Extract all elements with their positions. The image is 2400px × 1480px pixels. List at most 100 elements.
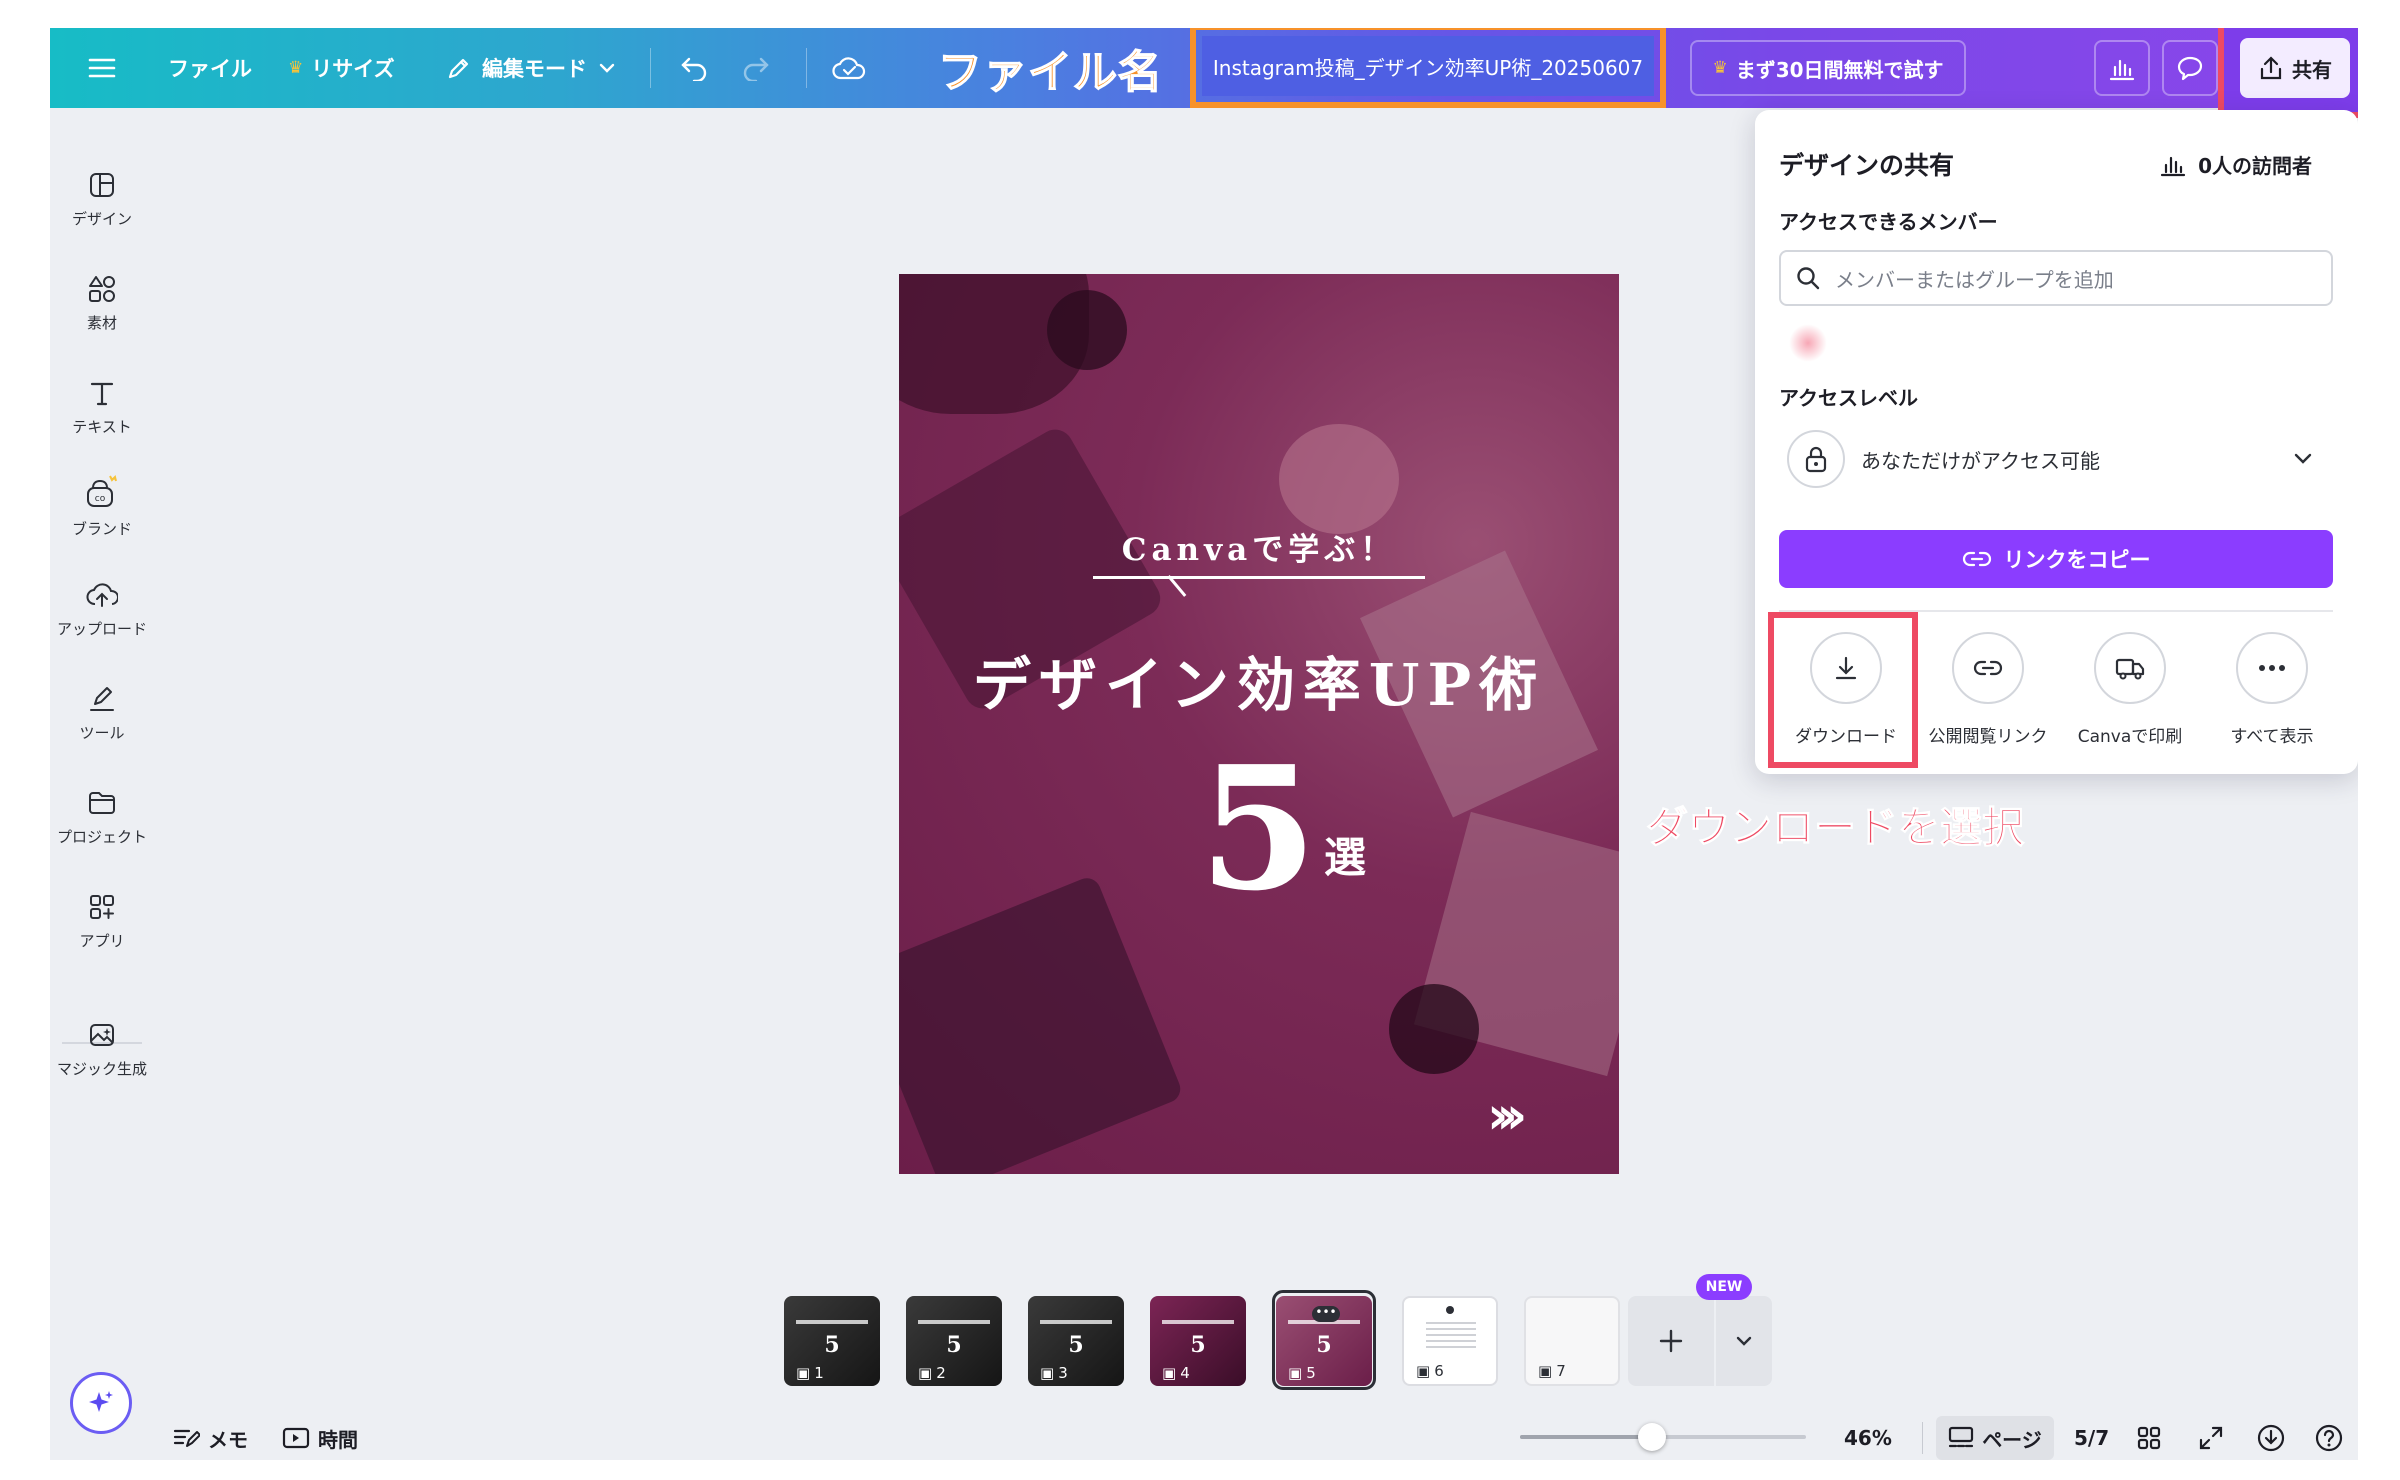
access-level-select[interactable]: あなただけがアクセス可能	[1779, 426, 2333, 492]
magic-image-icon	[90, 1024, 114, 1046]
add-page-button[interactable]	[1628, 1296, 1714, 1386]
file-menu-button[interactable]: ファイル	[168, 28, 252, 108]
page-thumbnail[interactable]: 5 ▣ 3	[1028, 1296, 1124, 1386]
page-thumbnail[interactable]: ▣ 6	[1402, 1296, 1498, 1386]
public-view-link-option[interactable]: 公開閲覧リンク	[1918, 632, 2058, 747]
sidebar-label: 素材	[86, 314, 117, 332]
design-page[interactable]: Canvaで学ぶ！ デザイン効率UP術 5 選 ›››	[899, 274, 1619, 1174]
design-number: 5	[1199, 729, 1318, 929]
share-highlight: 共有	[2218, 28, 2358, 118]
notes-button[interactable]: メモ	[172, 1420, 248, 1456]
copy-link-label: リンクをコピー	[2003, 548, 2151, 572]
sidebar-item-text[interactable]: テキスト	[50, 378, 154, 437]
app-window: ファイル ♛ リサイズ 編集モード ファイル名 Instagram投稿_デザイン効…	[50, 28, 2358, 1460]
download-circle-icon	[2257, 1424, 2285, 1452]
print-with-canva-option[interactable]: Canvaで印刷	[2060, 632, 2200, 747]
comment-badge-icon: ▣	[918, 1364, 933, 1382]
sidebar-item-magic-media[interactable]: マジック生成	[50, 1020, 154, 1079]
public-link-option-circle	[1952, 632, 2024, 704]
link-icon	[1973, 660, 2003, 676]
thumbnail-preview-number: 5	[1190, 1332, 1206, 1358]
comment-badge-icon: ▣	[796, 1364, 811, 1382]
annotation-filename: ファイル名	[937, 46, 1163, 99]
help-button[interactable]	[2314, 1420, 2344, 1456]
thumbnail-preview-line	[918, 1320, 990, 1324]
sidebar-label: デザイン	[71, 210, 132, 228]
page-counter: 5/7	[2074, 1420, 2109, 1456]
add-page-menu-button[interactable]	[1716, 1296, 1772, 1386]
notes-icon	[173, 1429, 200, 1447]
zoom-value: 46%	[1844, 1426, 1892, 1450]
annotation-select-download: ダウンロードを選択	[1645, 803, 2025, 853]
show-all-option[interactable]: すべて表示	[2202, 632, 2342, 747]
show-all-option-label: すべて表示	[2230, 727, 2314, 747]
crown-icon: ♛	[1712, 58, 1728, 78]
magic-assistant-button[interactable]	[70, 1372, 132, 1434]
zoom-slider[interactable]	[1520, 1423, 1806, 1451]
sidebar-item-tools[interactable]: ツール	[50, 684, 154, 743]
sidebar-item-brand[interactable]: co ブランド	[50, 474, 154, 539]
chevron-down-icon	[1736, 1336, 1752, 1346]
sidebar-item-upload[interactable]: アップロード	[50, 580, 154, 639]
share-upload-icon	[2260, 56, 2282, 80]
fullscreen-button[interactable]	[2198, 1420, 2224, 1456]
download-status-button[interactable]	[2256, 1420, 2286, 1456]
cloud-save-status[interactable]	[832, 28, 866, 108]
draw-tool-icon	[90, 687, 114, 711]
undo-icon	[681, 57, 707, 81]
lock-icon-badge	[1787, 430, 1845, 488]
member-search-input[interactable]: メンバーまたはグループを追加	[1779, 250, 2333, 306]
sidebar-label: アップロード	[56, 620, 147, 638]
public-link-option-label: 公開閲覧リンク	[1928, 727, 2048, 747]
hamburger-menu-button[interactable]	[88, 28, 116, 108]
visitors-button[interactable]: 0人の訪問者	[2160, 150, 2312, 179]
thumbnail-page-number: ▣ 4	[1162, 1364, 1190, 1382]
sidebar-label: アプリ	[79, 932, 125, 950]
grid-view-icon	[2137, 1426, 2161, 1450]
sidebar-item-elements[interactable]: 素材	[50, 274, 154, 333]
zoom-percentage[interactable]: 46%	[1844, 1420, 1892, 1456]
page-thumbnail[interactable]: 5 ▣ 1	[784, 1296, 880, 1386]
share-button[interactable]: 共有	[2240, 38, 2350, 98]
design-subtitle: Canvaで学ぶ！	[1121, 532, 1397, 568]
top-bar: ファイル ♛ リサイズ 編集モード ファイル名 Instagram投稿_デザイン効…	[50, 28, 2358, 118]
expand-icon	[2199, 1426, 2223, 1450]
page-thumbnail[interactable]: 5 ▣ 2	[906, 1296, 1002, 1386]
free-trial-button[interactable]: ♛ まず30日間無料で試す	[1690, 40, 1966, 96]
sidebar-item-design[interactable]: デザイン	[50, 170, 154, 229]
chevron-down-icon	[2294, 453, 2312, 464]
notes-label: メモ	[208, 1427, 248, 1452]
filename-field[interactable]: Instagram投稿_デザイン効率UP術_20250607	[1202, 36, 1654, 96]
brand-icon: co	[87, 475, 117, 507]
page-thumbnail[interactable]: ▣ 7	[1524, 1296, 1620, 1386]
page-thumbnail-current[interactable]: 5 ••• ▣ 5	[1276, 1296, 1372, 1386]
pages-view-button[interactable]: ページ	[1936, 1416, 2054, 1460]
page-counter-value: 5/7	[2074, 1426, 2110, 1450]
zoom-slider-handle[interactable]	[1638, 1423, 1666, 1451]
redo-button[interactable]	[740, 28, 770, 108]
sidebar-item-projects[interactable]: プロジェクト	[50, 788, 154, 847]
thumbnail-page-number: ▣ 3	[1040, 1364, 1068, 1382]
avatar[interactable]	[1789, 324, 1827, 362]
more-icon[interactable]: •••	[1312, 1306, 1340, 1322]
design-suffix: 選	[1324, 833, 1367, 882]
thumbnail-page-number: ▣ 2	[918, 1364, 946, 1382]
filename-highlight: Instagram投稿_デザイン効率UP術_20250607	[1190, 28, 1666, 108]
page-thumbnail[interactable]: 5 ▣ 4	[1150, 1296, 1246, 1386]
redo-icon	[743, 57, 769, 81]
zoom-slider-fill	[1520, 1435, 1652, 1439]
undo-button[interactable]	[680, 28, 710, 108]
resize-button[interactable]: ♛ リサイズ	[288, 28, 395, 108]
insights-button[interactable]	[2094, 40, 2150, 96]
sidebar-label: テキスト	[72, 418, 132, 436]
comment-badge-icon: ▣	[1416, 1362, 1431, 1380]
sidebar-item-apps[interactable]: アプリ	[50, 892, 154, 951]
edit-mode-button[interactable]: 編集モード	[446, 28, 617, 108]
sidebar-label: マジック生成	[56, 1060, 147, 1078]
grid-view-button[interactable]	[2136, 1420, 2162, 1456]
timer-button[interactable]: 時間	[282, 1420, 358, 1456]
copy-link-button[interactable]: リンクをコピー	[1779, 530, 2333, 588]
folder-icon	[89, 792, 115, 814]
thumbnail-preview-number: 5	[1316, 1332, 1332, 1358]
comments-button[interactable]	[2162, 40, 2218, 96]
